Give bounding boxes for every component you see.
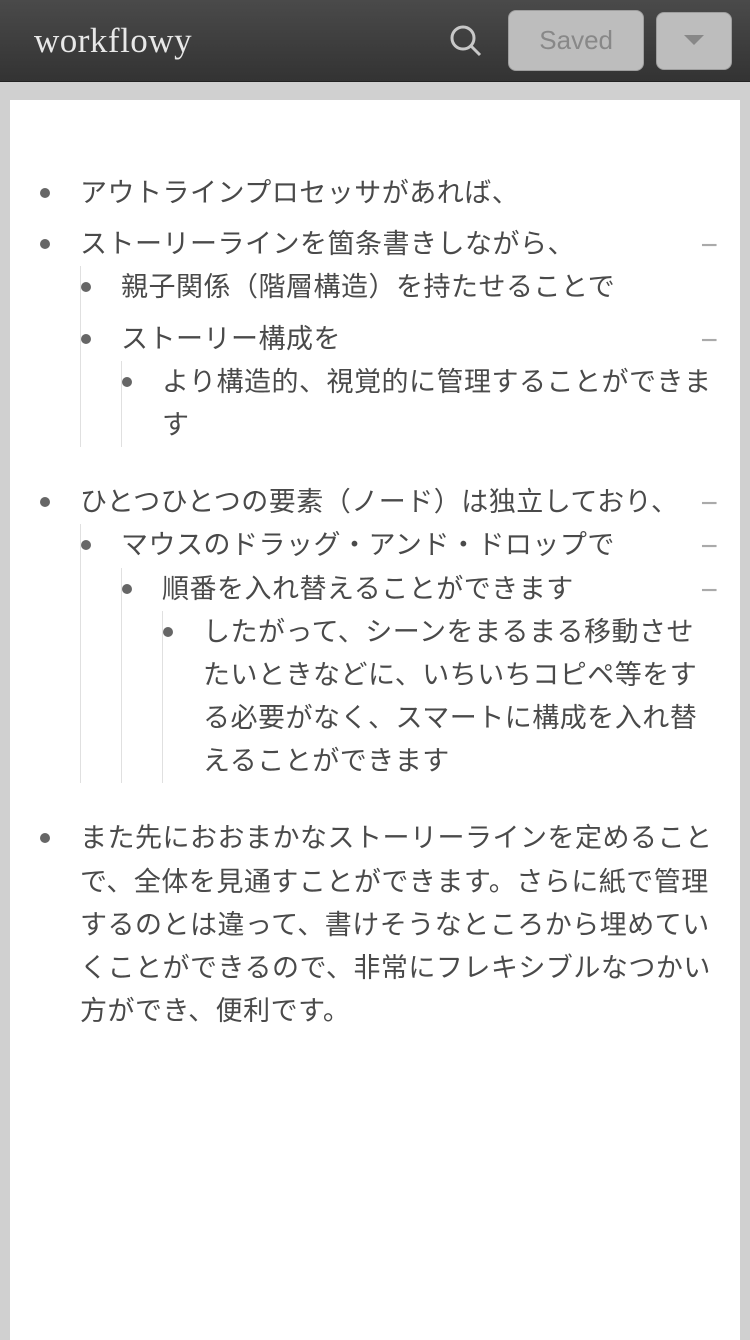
node-text[interactable]: 親子関係（階層構造）を持たせることで xyxy=(121,266,718,309)
node-text[interactable]: アウトラインプロセッサがあれば、 xyxy=(80,172,718,215)
outline-content: アウトラインプロセッサがあれば、ストーリーラインを箇条書きしながら、−親子関係（… xyxy=(10,100,740,1340)
outline-node[interactable]: アウトラインプロセッサがあれば、 xyxy=(40,172,718,215)
chevron-down-icon xyxy=(684,35,704,47)
bullet-icon[interactable] xyxy=(122,377,132,387)
bullet-icon[interactable] xyxy=(40,188,50,198)
bullet-icon[interactable] xyxy=(40,497,50,507)
node-text[interactable]: マウスのドラッグ・アンド・ドロップで xyxy=(121,524,692,567)
outline-node[interactable]: ストーリーラインを箇条書きしながら、− xyxy=(40,223,718,266)
node-text[interactable]: ひとつひとつの要素（ノード）は独立しており、 xyxy=(80,481,692,524)
bullet-icon[interactable] xyxy=(40,239,50,249)
children-container: 親子関係（階層構造）を持たせることでストーリー構成を−より構造的、視覚的に管理す… xyxy=(80,266,718,447)
outline-node[interactable]: 順番を入れ替えることができます− xyxy=(122,568,718,611)
outline-node[interactable]: より構造的、視覚的に管理することができます xyxy=(122,361,718,447)
collapse-icon[interactable]: − xyxy=(700,324,718,358)
outline-node[interactable]: また先におおまかなストーリーラインを定めることで、全体を見通すことができます。さ… xyxy=(40,817,718,1033)
bullet-icon[interactable] xyxy=(81,540,91,550)
bullet-icon[interactable] xyxy=(40,833,50,843)
node-text[interactable]: また先におおまかなストーリーラインを定めることで、全体を見通すことができます。さ… xyxy=(80,817,718,1033)
collapse-icon[interactable]: − xyxy=(700,530,718,564)
collapse-icon[interactable]: − xyxy=(700,229,718,263)
outline-node[interactable]: 親子関係（階層構造）を持たせることで xyxy=(81,266,718,309)
node-text[interactable]: ストーリーラインを箇条書きしながら、 xyxy=(80,223,692,266)
search-icon[interactable] xyxy=(448,23,484,59)
bullet-icon[interactable] xyxy=(81,282,91,292)
outline-node[interactable]: ひとつひとつの要素（ノード）は独立しており、− xyxy=(40,481,718,524)
menu-dropdown-button[interactable] xyxy=(656,12,732,70)
collapse-icon[interactable]: − xyxy=(700,487,718,521)
node-text[interactable]: ストーリー構成を xyxy=(121,318,692,361)
bullet-icon[interactable] xyxy=(163,627,173,637)
bullet-icon[interactable] xyxy=(81,334,91,344)
outline-node[interactable]: マウスのドラッグ・アンド・ドロップで− xyxy=(81,524,718,567)
children-container: より構造的、視覚的に管理することができます xyxy=(121,361,718,447)
outline-node[interactable]: したがって、シーンをまるまる移動させたいときなどに、いちいちコピペ等をする必要が… xyxy=(163,611,718,784)
node-text[interactable]: したがって、シーンをまるまる移動させたいときなどに、いちいちコピペ等をする必要が… xyxy=(203,611,718,784)
children-container: マウスのドラッグ・アンド・ドロップで−順番を入れ替えることができます−したがって… xyxy=(80,524,718,783)
app-logo[interactable]: workflowy xyxy=(34,21,448,61)
node-text[interactable]: 順番を入れ替えることができます xyxy=(162,568,692,611)
save-status-button[interactable]: Saved xyxy=(508,10,644,71)
outline-node[interactable]: ストーリー構成を− xyxy=(81,318,718,361)
header: workflowy Saved xyxy=(0,0,750,82)
children-container: 順番を入れ替えることができます−したがって、シーンをまるまる移動させたいときなど… xyxy=(121,568,718,784)
children-container: したがって、シーンをまるまる移動させたいときなどに、いちいちコピペ等をする必要が… xyxy=(162,611,718,784)
node-text[interactable]: より構造的、視覚的に管理することができます xyxy=(162,361,718,447)
bullet-icon[interactable] xyxy=(122,584,132,594)
collapse-icon[interactable]: − xyxy=(700,574,718,608)
